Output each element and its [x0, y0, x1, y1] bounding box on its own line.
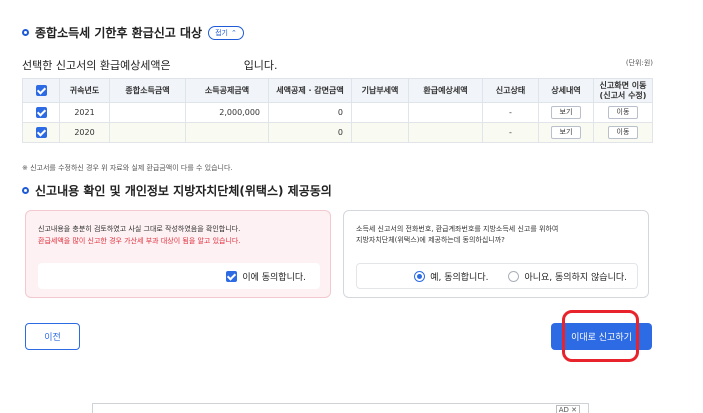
- unit-label: (단위:원): [625, 59, 653, 67]
- section-title-text: 신고내용 확인 및 개인정보 지방자치단체(위택스) 제공동의: [35, 184, 332, 198]
- highlight-annotation: [562, 310, 639, 362]
- col-header: 신고상태: [482, 78, 539, 103]
- col-header: 소득공제금액: [185, 78, 269, 103]
- table-note: ※ 신고서를 수정하신 경우 위 자료와 실제 환급금액이 다를 수 있습니다.: [22, 164, 233, 172]
- consent-radio-group: 예, 동의합니다. 아니요, 동의하지 않습니다.: [356, 263, 638, 289]
- consent-question: 소득세 신고서의 전화번호, 환급계좌번호를 지방소득세 신고를 위하여 지방자…: [356, 225, 559, 244]
- agree-checkbox-row[interactable]: 이에 동의합니다.: [38, 263, 320, 289]
- confirm-box: 신고내용을 충분히 검토하였고 사실 그대로 작성하였음을 확인합니다. 환급세…: [25, 210, 331, 298]
- select-all-checkbox[interactable]: [35, 85, 47, 96]
- bullet-icon: [22, 29, 29, 36]
- consent-yes-label[interactable]: 예, 동의합니다.: [430, 270, 488, 283]
- consent-yes-radio[interactable]: [414, 270, 426, 282]
- ad-close-tag[interactable]: AD ✕: [555, 405, 580, 413]
- bullet-icon: [22, 187, 29, 194]
- row-checkbox[interactable]: [35, 127, 47, 138]
- col-header: 귀속년도: [59, 78, 110, 103]
- chevron-up-icon: ⌃: [231, 28, 237, 37]
- section-title-text: 종합소득세 기한후 환급신고 대상: [35, 26, 203, 40]
- confirm-text: 신고내용을 충분히 검토하였고 사실 그대로 작성하였음을 확인합니다.: [38, 225, 241, 233]
- detail-button[interactable]: 보기: [550, 126, 582, 139]
- col-header: 상세내역: [538, 78, 594, 103]
- agree-checkbox[interactable]: [226, 270, 238, 282]
- consent-no-label[interactable]: 아니요, 동의하지 않습니다.: [524, 270, 627, 283]
- agree-label: 이에 동의합니다.: [242, 272, 306, 283]
- col-header: 종합소득금액: [109, 78, 186, 103]
- section-title-refund-target: 종합소득세 기한후 환급신고 대상 접기 ⌃: [22, 24, 244, 41]
- refund-table: 귀속년도 종합소득금액 소득공제금액 세액공제 · 감면금액 기납부세액 환급예…: [22, 78, 653, 143]
- col-header: 신고화면 이동 (신고서 수정): [593, 78, 653, 103]
- move-button[interactable]: 이동: [607, 106, 639, 119]
- prev-button[interactable]: 이전: [25, 323, 80, 350]
- section-title-consent: 신고내용 확인 및 개인정보 지방자치단체(위택스) 제공동의: [22, 182, 332, 199]
- table-row: 2021 2,000,000 0 - 보기 이동: [22, 102, 653, 123]
- table-header-row: 귀속년도 종합소득금액 소득공제금액 세액공제 · 감면금액 기납부세액 환급예…: [22, 78, 653, 103]
- confirm-warning: 환급세액을 많이 신고한 경우 가산세 부과 대상이 됨을 알고 있습니다.: [38, 237, 241, 245]
- table-row: 2020 0 - 보기 이동: [22, 122, 653, 143]
- consent-box: 소득세 신고서의 전화번호, 환급계좌번호를 지방소득세 신고를 위하여 지방자…: [343, 210, 649, 298]
- fold-button[interactable]: 접기 ⌃: [208, 25, 244, 40]
- col-header: 기납부세액: [351, 78, 409, 103]
- row-checkbox[interactable]: [35, 107, 47, 118]
- refund-summary: 선택한 신고서의 환급예상세액은 입니다.: [22, 59, 278, 72]
- detail-button[interactable]: 보기: [550, 106, 582, 119]
- move-button[interactable]: 이동: [607, 126, 639, 139]
- col-header: 세액공제 · 감면금액: [268, 78, 352, 103]
- ad-banner[interactable]: AD ✕: [92, 403, 589, 413]
- consent-no-radio[interactable]: [508, 270, 520, 282]
- col-header: 환급예상세액: [408, 78, 483, 103]
